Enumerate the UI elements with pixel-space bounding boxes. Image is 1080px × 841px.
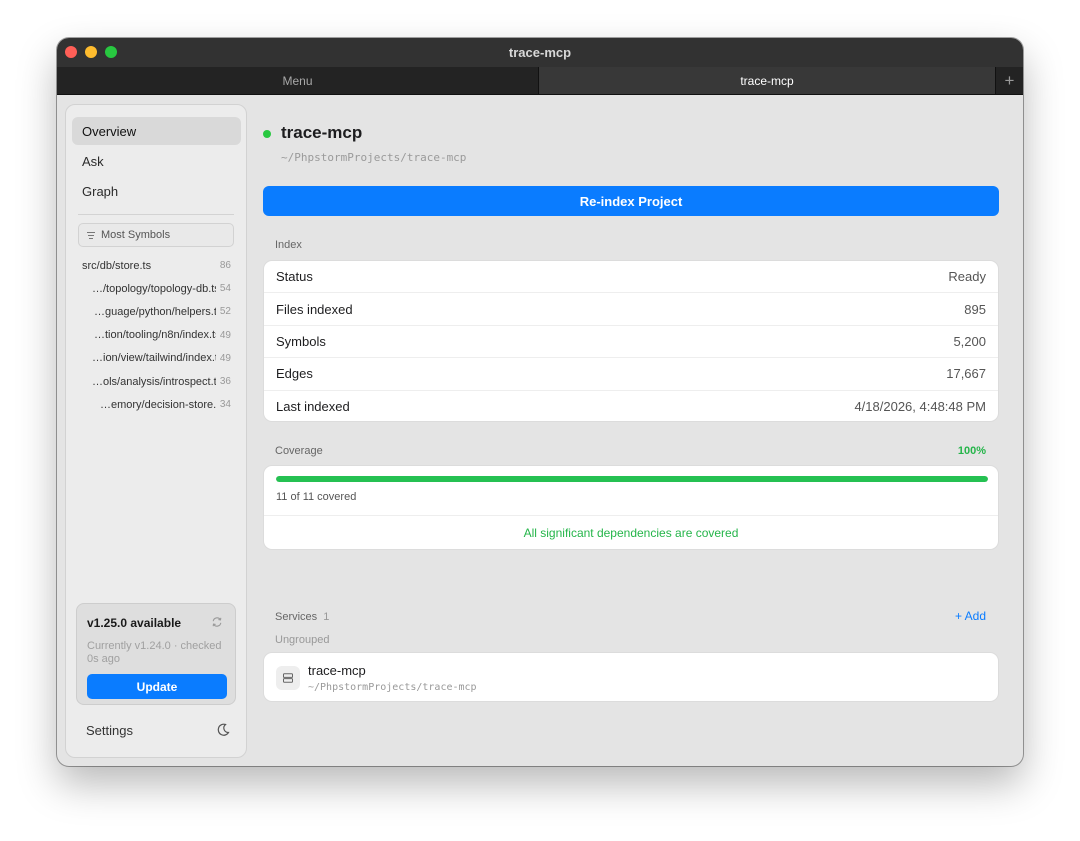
- coverage-progress-fill: [276, 476, 988, 482]
- symbol-count: 52: [219, 306, 231, 318]
- service-name: trace-mcp: [308, 663, 366, 678]
- sidebar-item-ask[interactable]: Ask: [72, 147, 241, 175]
- index-value: 5,200: [953, 333, 986, 349]
- minimize-window-button[interactable]: [85, 46, 97, 58]
- project-path: ~/PhpstormProjects/trace-mcp: [281, 151, 467, 164]
- update-button[interactable]: Update: [87, 674, 227, 699]
- services-count: 1: [323, 611, 330, 623]
- window-title: trace-mcp: [508, 45, 572, 60]
- close-window-button[interactable]: [65, 46, 77, 58]
- sort-label: Most Symbols: [101, 229, 171, 241]
- settings-row[interactable]: Settings: [86, 721, 230, 739]
- coverage-count: 11 of 11 covered: [276, 491, 357, 503]
- service-path: ~/PhpstormProjects/trace-mcp: [308, 682, 477, 693]
- file-list-item[interactable]: src/db/store.ts 86: [66, 254, 246, 277]
- services-section-label: Services 1: [275, 611, 329, 623]
- coverage-section-label: Coverage: [275, 445, 323, 457]
- main-content: trace-mcp ~/PhpstormProjects/trace-mcp R…: [262, 95, 999, 766]
- index-card: Status Ready Files indexed 895 Symbols 5…: [263, 260, 999, 422]
- index-row-status: Status Ready: [264, 261, 998, 294]
- settings-label: Settings: [86, 722, 133, 738]
- sidebar: Overview Ask Graph Most Symbols src/db/s…: [65, 104, 247, 758]
- sidebar-item-overview[interactable]: Overview: [72, 117, 241, 145]
- update-title: v1.25.0 available: [87, 616, 182, 630]
- group-label: Ungrouped: [275, 634, 330, 646]
- status-indicator: [263, 130, 271, 138]
- filter-icon: [87, 231, 95, 239]
- index-key: Files indexed: [276, 301, 353, 317]
- index-section-label: Index: [275, 239, 302, 251]
- project-title: trace-mcp: [281, 123, 363, 142]
- symbol-count: 34: [219, 399, 231, 411]
- index-key: Symbols: [276, 333, 326, 349]
- index-value: 895: [964, 301, 986, 317]
- server-icon: [276, 666, 300, 690]
- index-value: Ready: [948, 269, 986, 285]
- update-card: v1.25.0 available Currently v1.24.0 · ch…: [76, 603, 236, 705]
- file-list-item[interactable]: …ols/analysis/introspect.ts 36: [66, 370, 246, 393]
- tab-menu[interactable]: Menu: [57, 67, 538, 94]
- new-tab-button[interactable]: +: [996, 67, 1023, 94]
- titlebar: trace-mcp: [57, 38, 1023, 67]
- coverage-card: 11 of 11 covered All significant depende…: [263, 465, 999, 550]
- index-row-edges: Edges 17,667: [264, 358, 998, 391]
- index-value: 17,667: [946, 366, 986, 382]
- coverage-progress-bar: [276, 476, 988, 482]
- file-list-item[interactable]: …tion/tooling/n8n/index.ts 49: [66, 324, 246, 347]
- file-name: …emory/decision-store.ts: [100, 398, 216, 411]
- file-name: src/db/store.ts: [82, 259, 152, 272]
- file-name: …ols/analysis/introspect.ts: [92, 375, 216, 388]
- coverage-message: All significant dependencies are covered: [523, 526, 739, 540]
- coverage-percent: 100%: [957, 445, 986, 457]
- moon-icon[interactable]: [216, 723, 230, 737]
- refresh-icon[interactable]: [211, 616, 223, 628]
- sidebar-item-graph[interactable]: Graph: [72, 177, 241, 205]
- coverage-divider: [264, 515, 998, 516]
- file-list-item[interactable]: …ion/view/tailwind/index.ts 49: [66, 347, 246, 370]
- file-name: …guage/python/helpers.ts: [94, 305, 216, 318]
- index-key: Status: [276, 269, 313, 285]
- symbol-count: 49: [219, 352, 231, 364]
- file-list: src/db/store.ts 86 …/topology/topology-d…: [66, 254, 246, 416]
- file-name: …ion/view/tailwind/index.ts: [92, 352, 216, 365]
- file-list-item[interactable]: …emory/decision-store.ts 34: [66, 393, 246, 416]
- index-key: Edges: [276, 366, 313, 382]
- services-label: Services: [275, 611, 318, 623]
- index-value: 4/18/2026, 4:48:48 PM: [854, 399, 986, 415]
- symbol-count: 54: [219, 283, 231, 295]
- zoom-window-button[interactable]: [105, 46, 117, 58]
- file-list-item[interactable]: …/topology/topology-db.ts 54: [66, 277, 246, 300]
- index-row-files: Files indexed 895: [264, 293, 998, 326]
- service-card[interactable]: trace-mcp ~/PhpstormProjects/trace-mcp: [263, 652, 999, 702]
- symbol-count: 86: [219, 260, 231, 272]
- sort-dropdown[interactable]: Most Symbols: [78, 223, 234, 247]
- file-name: …tion/tooling/n8n/index.ts: [94, 329, 216, 342]
- symbol-count: 36: [219, 376, 231, 388]
- window-controls: [65, 46, 117, 58]
- index-key: Last indexed: [276, 399, 350, 415]
- update-subtitle: Currently v1.24.0 · checked 0s ago: [87, 640, 222, 665]
- app-window: trace-mcp Menu trace-mcp + Overview Ask …: [57, 38, 1023, 766]
- tab-trace-mcp[interactable]: trace-mcp: [538, 67, 996, 94]
- reindex-button[interactable]: Re-index Project: [263, 186, 999, 216]
- file-list-item[interactable]: …guage/python/helpers.ts 52: [66, 300, 246, 323]
- index-row-symbols: Symbols 5,200: [264, 326, 998, 359]
- add-service-button[interactable]: + Add: [955, 609, 986, 623]
- symbol-count: 49: [219, 329, 231, 341]
- tab-bar: Menu trace-mcp +: [57, 67, 1023, 95]
- index-row-last-indexed: Last indexed 4/18/2026, 4:48:48 PM: [264, 391, 998, 423]
- sidebar-divider: [78, 214, 234, 215]
- file-name: …/topology/topology-db.ts: [92, 282, 216, 295]
